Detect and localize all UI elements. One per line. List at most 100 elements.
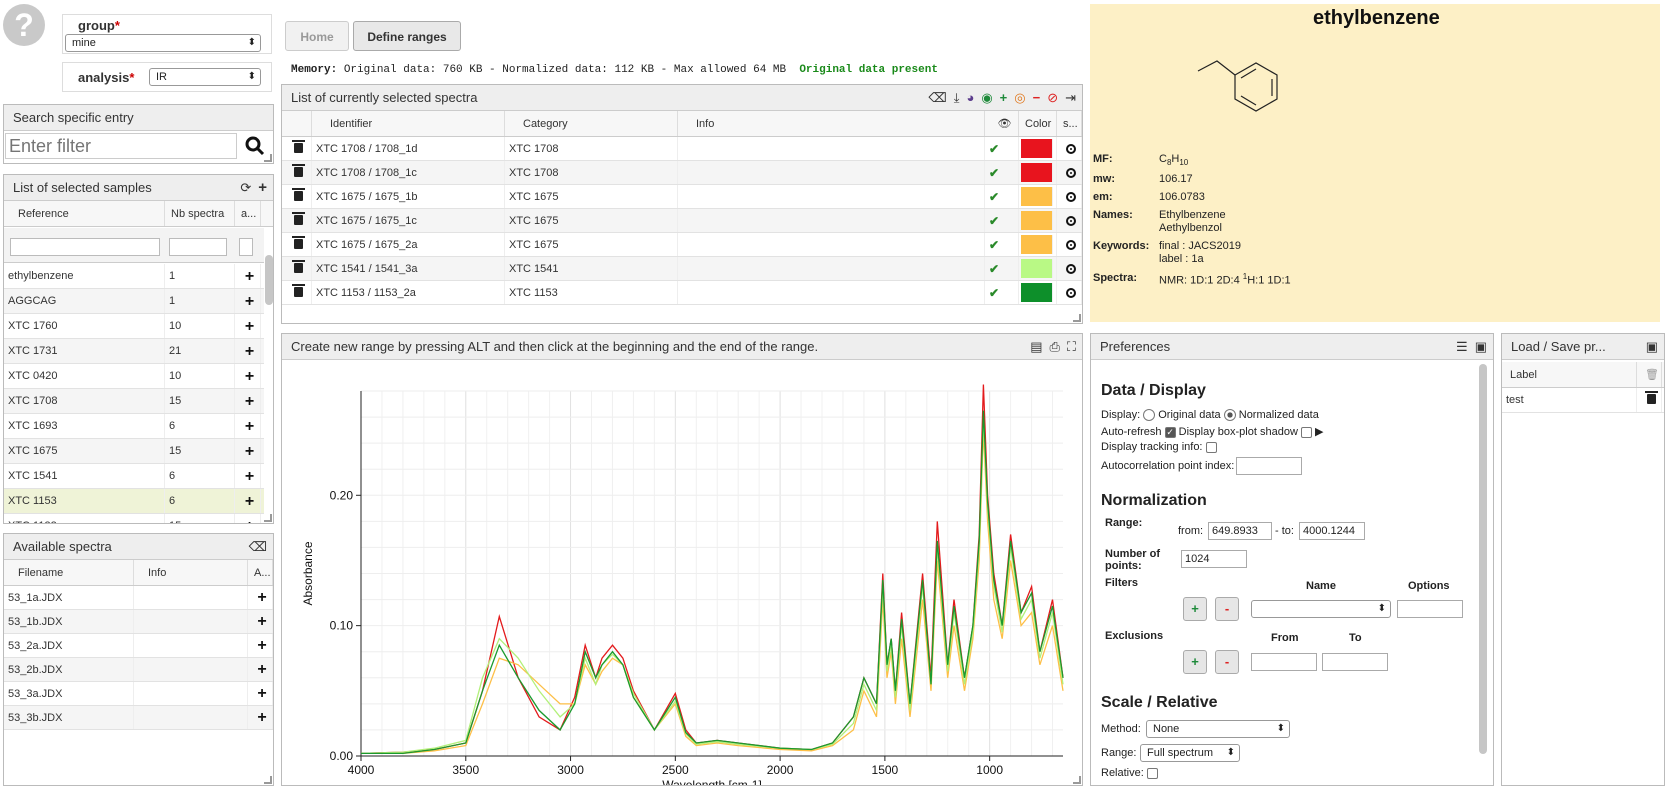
sample-row[interactable]: XTC 1731 21 + <box>4 339 264 364</box>
palette-icon[interactable]: ◕ <box>966 85 974 111</box>
sample-row[interactable]: XTC 1153 6 + <box>4 489 264 514</box>
color-swatch[interactable] <box>1019 185 1057 208</box>
save-icon[interactable]: ▣ <box>1646 334 1658 360</box>
available-row[interactable]: 53_1b.JDX + <box>4 610 273 634</box>
exclusion-from-input[interactable] <box>1251 653 1317 671</box>
add-spectrum-button[interactable]: + <box>248 682 273 705</box>
resize-handle[interactable] <box>264 514 272 522</box>
add-spectrum-button[interactable]: + <box>248 658 273 681</box>
target-icon[interactable] <box>1057 281 1082 304</box>
add-sample-button[interactable]: + <box>235 389 261 413</box>
autocorr-input[interactable] <box>1236 457 1302 475</box>
trash-icon[interactable] <box>282 137 312 160</box>
add-sample-button[interactable]: + <box>235 489 261 513</box>
plus-icon[interactable]: + <box>1000 85 1008 111</box>
eraser-icon[interactable]: ⌫ <box>928 85 946 111</box>
trash-icon[interactable] <box>282 233 312 256</box>
fullscreen-icon[interactable]: ⛶ <box>1067 334 1076 360</box>
export-icon[interactable]: ⇥ <box>1065 85 1076 111</box>
help-icon[interactable]: ? <box>3 4 45 46</box>
eye-icon[interactable]: ◉ <box>981 85 992 111</box>
visible-check-icon[interactable]: ✔ <box>985 233 1019 256</box>
add-sample-button[interactable]: + <box>235 364 261 388</box>
filter-options-input[interactable] <box>1397 600 1463 618</box>
trash-icon[interactable] <box>282 209 312 232</box>
nb-filter-input[interactable] <box>169 238 227 256</box>
exclusion-to-input[interactable] <box>1322 653 1388 671</box>
available-row[interactable]: 53_3b.JDX + <box>4 706 273 730</box>
add-sample-button[interactable]: + <box>235 314 261 338</box>
list-icon[interactable]: ☰ <box>1456 334 1468 360</box>
available-row[interactable]: 53_2a.JDX + <box>4 634 273 658</box>
add-sample-button[interactable]: + <box>235 464 261 488</box>
points-input[interactable]: 1024 <box>1181 550 1247 568</box>
eraser-icon[interactable]: ⌫ <box>249 534 267 560</box>
from-input[interactable]: 649.8933 <box>1208 522 1272 540</box>
search-input[interactable] <box>5 133 237 159</box>
visible-check-icon[interactable]: ✔ <box>985 209 1019 232</box>
add-icon[interactable]: + <box>258 175 267 201</box>
define-ranges-button[interactable]: Define ranges <box>353 21 461 51</box>
target-icon[interactable] <box>1057 257 1082 280</box>
add-filter-button[interactable]: + <box>1183 597 1207 621</box>
original-radio[interactable] <box>1143 409 1156 422</box>
add-sample-button[interactable]: + <box>235 339 261 363</box>
trash-header-icon[interactable]: 🗑 <box>1637 362 1662 387</box>
print-icon[interactable]: ⎙ <box>1049 334 1059 360</box>
refresh-icon[interactable]: ⟳ <box>240 175 251 201</box>
add-sample-button[interactable]: + <box>235 264 261 288</box>
available-row[interactable]: 53_2b.JDX + <box>4 658 273 682</box>
target-icon[interactable] <box>1057 185 1082 208</box>
spectrum-row[interactable]: XTC 1708 / 1708_1c XTC 1708 ✔ <box>282 161 1082 185</box>
spectrum-row[interactable]: XTC 1708 / 1708_1d XTC 1708 ✔ <box>282 137 1082 161</box>
preferences-scrollbar[interactable] <box>1479 364 1487 754</box>
play-icon[interactable]: ▶ <box>1315 426 1323 438</box>
tracking-checkbox[interactable] <box>1205 441 1217 453</box>
trash-icon[interactable] <box>1637 388 1662 412</box>
color-swatch[interactable] <box>1019 281 1057 304</box>
boxplot-checkbox[interactable] <box>1300 426 1312 438</box>
filter-name-select[interactable] <box>1251 600 1391 618</box>
spectrum-row[interactable]: XTC 1675 / 1675_1b XTC 1675 ✔ <box>282 185 1082 209</box>
spectrum-row[interactable]: XTC 1541 / 1541_3a XTC 1541 ✔ <box>282 257 1082 281</box>
spectrum-row[interactable]: XTC 1675 / 1675_2a XTC 1675 ✔ <box>282 233 1082 257</box>
trash-icon[interactable] <box>282 257 312 280</box>
normalized-radio[interactable] <box>1223 409 1236 422</box>
color-swatch[interactable] <box>1019 257 1057 280</box>
visible-check-icon[interactable]: ✔ <box>985 185 1019 208</box>
resize-handle[interactable] <box>264 154 272 162</box>
visible-check-icon[interactable]: ✔ <box>985 137 1019 160</box>
target-icon[interactable] <box>1057 161 1082 184</box>
save-icon[interactable]: ▣ <box>1475 334 1487 360</box>
group-select[interactable]: mine <box>65 34 261 52</box>
samples-scrollbar[interactable] <box>265 255 273 305</box>
target-icon[interactable] <box>1057 233 1082 256</box>
add-spectrum-button[interactable]: + <box>248 610 273 633</box>
available-row[interactable]: 53_3a.JDX + <box>4 682 273 706</box>
color-swatch[interactable] <box>1019 137 1057 160</box>
sample-row[interactable]: AGGCAG 1 + <box>4 289 264 314</box>
color-swatch[interactable] <box>1019 161 1057 184</box>
spectrum-row[interactable]: XTC 1675 / 1675_1c XTC 1675 ✔ <box>282 209 1082 233</box>
spectrum-row[interactable]: XTC 1153 / 1153_2a XTC 1153 ✔ <box>282 281 1082 305</box>
add-spectrum-button[interactable]: + <box>248 634 273 657</box>
visible-check-icon[interactable]: ✔ <box>985 161 1019 184</box>
available-row[interactable]: 53_1a.JDX + <box>4 586 273 610</box>
relative-checkbox[interactable] <box>1146 767 1158 779</box>
add-sample-button[interactable]: + <box>235 414 261 438</box>
target-icon[interactable] <box>1057 137 1082 160</box>
file-icon[interactable]: ▤ <box>1030 334 1042 360</box>
add-exclusion-button[interactable]: + <box>1183 650 1207 674</box>
minus-icon[interactable]: − <box>1033 85 1041 111</box>
sample-row[interactable]: XTC 1541 6 + <box>4 464 264 489</box>
resize-handle[interactable] <box>1073 314 1081 322</box>
visible-check-icon[interactable]: ✔ <box>985 257 1019 280</box>
target-icon[interactable]: ◎ <box>1014 85 1025 111</box>
resize-handle[interactable] <box>264 776 272 784</box>
color-swatch[interactable] <box>1019 233 1057 256</box>
resize-handle[interactable] <box>1073 776 1081 784</box>
spectrum-chart[interactable]: 4000 3500 3000 2500 2000 1500 1000 0.00 0.10 0.20… <box>282 361 1082 785</box>
eye-column-icon[interactable]: 👁 <box>985 111 1019 136</box>
trash-icon[interactable] <box>282 185 312 208</box>
add-spectrum-button[interactable]: + <box>248 586 273 609</box>
